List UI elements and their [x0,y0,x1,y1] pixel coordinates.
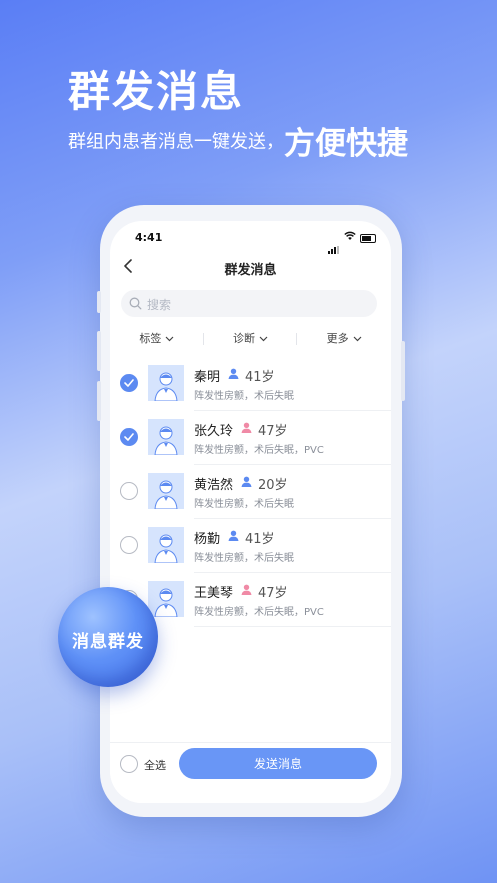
row-checkbox[interactable] [120,374,138,392]
search-input[interactable] [145,290,369,319]
status-time: 4:41 [135,231,163,244]
row-checkbox[interactable] [120,536,138,554]
navigation-bar: 群发消息 [110,255,391,281]
patient-row[interactable]: 杨勤 41岁阵发性房颤，术后失眠 [110,519,391,573]
patient-row[interactable]: 秦明 41岁阵发性房颤，术后失眠 [110,357,391,411]
patient-diagnosis: 阵发性房颤，术后失眠，PVC [194,607,324,618]
patient-diagnosis: 阵发性房颤，术后失眠 [194,553,294,564]
select-all-checkbox[interactable] [120,755,138,773]
patient-row[interactable]: 张久玲 47岁阵发性房颤，术后失眠，PVC [110,411,391,465]
chevron-down-icon [165,336,174,342]
chevron-down-icon [353,336,362,342]
phone-mute-switch [97,291,101,313]
patient-age: 41岁 [245,532,275,547]
male-user-icon [228,530,239,541]
filter-diagnosis[interactable]: 诊断 [204,327,298,351]
send-message-button[interactable]: 发送消息 [179,748,377,779]
hero-title: 群发消息 [68,67,245,116]
female-user-icon [241,584,252,595]
phone-volume-down [97,381,101,421]
avatar [148,419,184,455]
chevron-down-icon [259,336,268,342]
battery-icon [360,234,376,243]
patient-list: 秦明 41岁 阵发性房颤，术后失眠 张久玲 47岁 阵发性房颤，术后失眠，PVC 黄浩然 20… [110,357,391,627]
phone-power-button [401,341,405,401]
patient-row[interactable]: 黄浩然 20岁阵发性房颤，术后失眠 [110,465,391,519]
hero-subtitle-emphasis: 方便快捷 [284,126,408,162]
patient-diagnosis: 阵发性房颤，术后失眠 [194,391,294,402]
patient-diagnosis: 阵发性房颤，术后失眠 [194,499,294,510]
filter-more[interactable]: 更多 [297,327,391,351]
filter-tag[interactable]: 标签 [110,327,204,351]
avatar [148,527,184,563]
feature-badge: 消息群发 [58,587,158,687]
patient-name: 秦明 [194,370,221,385]
male-user-icon [228,368,239,379]
patient-age: 20岁 [258,478,288,493]
patient-name: 王美琴 [194,586,234,601]
female-user-icon [241,422,252,433]
patient-age: 41岁 [245,370,275,385]
hero-subtitle: 群组内患者消息一键发送，方便快捷 [68,118,408,163]
feature-badge-label: 消息群发 [72,632,144,652]
row-checkbox[interactable] [120,428,138,446]
avatar [148,581,184,617]
avatar [148,473,184,509]
phone-screen: 4:41 群发消息 标签 [110,221,391,803]
patient-age: 47岁 [258,424,288,439]
avatar [148,365,184,401]
phone-volume-up [97,331,101,371]
patient-name: 黄浩然 [194,478,234,493]
filter-tag-label: 标签 [139,332,162,345]
wifi-icon [344,231,356,240]
patient-name: 杨勤 [194,532,221,547]
filter-bar: 标签 诊断 更多 [110,327,391,351]
search-bar[interactable] [121,290,377,319]
search-icon [129,297,142,310]
hero-subtitle-text: 群组内患者消息一键发送， [68,131,284,153]
phone-frame: 4:41 群发消息 标签 [97,205,405,817]
male-user-icon [241,476,252,487]
patient-diagnosis: 阵发性房颤，术后失眠，PVC [194,445,324,456]
bottom-action-bar: 全选 发送消息 [110,742,391,803]
status-bar: 4:41 [110,221,391,255]
page-title: 群发消息 [224,263,277,278]
filter-more-label: 更多 [326,332,349,345]
cellular-signal-icon [328,235,340,254]
patient-name: 张久玲 [194,424,234,439]
filter-diagnosis-label: 诊断 [233,332,255,345]
select-all-label: 全选 [144,759,166,772]
checkmark-icon [124,379,134,387]
checkmark-icon [124,433,134,441]
row-checkbox[interactable] [120,482,138,500]
row-divider [194,626,391,627]
patient-age: 47岁 [258,586,288,601]
